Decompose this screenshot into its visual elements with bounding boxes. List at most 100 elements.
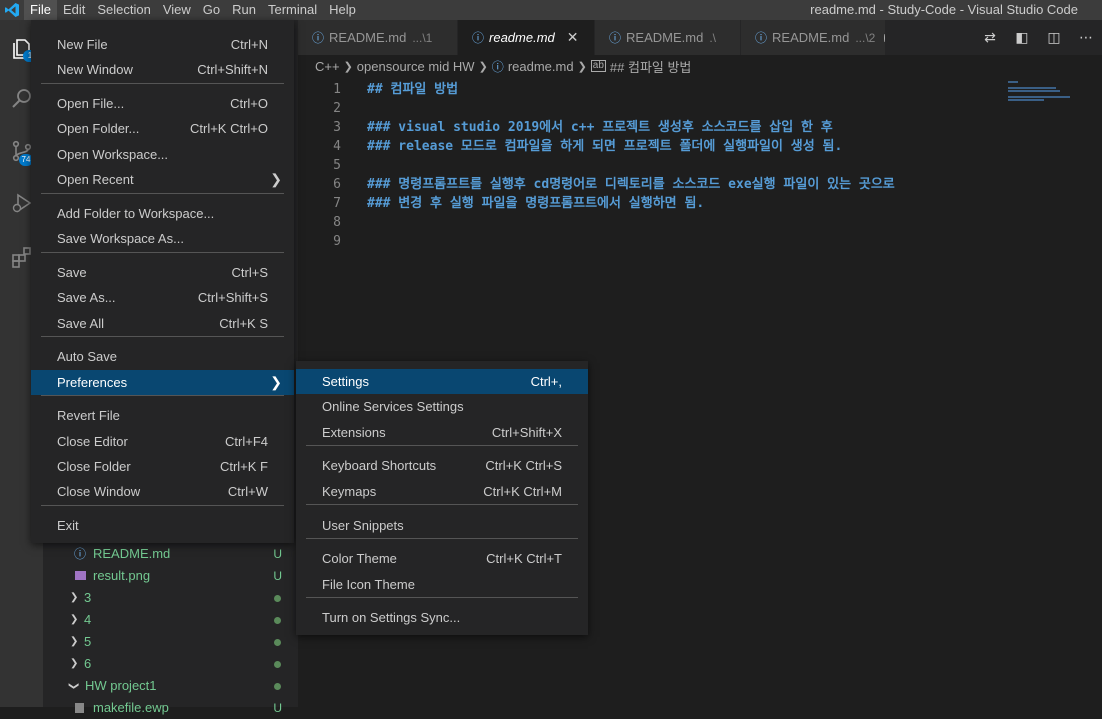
menu-item-close-window[interactable]: Close Window Ctrl+W <box>31 479 294 504</box>
tree-item-label: result.png <box>93 568 151 583</box>
menu-selection[interactable]: Selection <box>91 0 156 20</box>
tab-bar: ⓘ README.md ...\1 ⓘ readme.md ✕ ⓘ README.md .\ ⓘ R… <box>298 20 1102 55</box>
tree-item[interactable]: makefile.ewp U <box>43 697 298 719</box>
line-text: ## 컴파일 방법 <box>367 82 459 97</box>
menu-item-online-services-settings[interactable]: Online Services Settings <box>296 394 588 419</box>
menu-item-shortcut: Ctrl+K Ctrl+S <box>485 458 562 474</box>
open-preview-icon[interactable]: ◧ <box>1006 30 1038 46</box>
tree-item[interactable]: ❯ HW project1 <box>43 675 298 697</box>
menu-item-extensions[interactable]: Extensions Ctrl+Shift+X <box>296 420 588 445</box>
info-icon: ⓘ <box>609 31 622 45</box>
menu-item-label: Exit <box>57 518 79 534</box>
close-icon[interactable]: ✕ <box>567 29 579 46</box>
menu-item-open-workspace[interactable]: Open Workspace... <box>31 142 294 167</box>
menu-item-exit[interactable]: Exit <box>31 513 294 538</box>
menu-item-shortcut: Ctrl+Shift+X <box>491 424 562 440</box>
menu-help[interactable]: Help <box>323 0 362 20</box>
menu-item-save-all[interactable]: Save All Ctrl+K S <box>31 311 294 336</box>
menu-item-label: Open Folder... <box>57 121 140 137</box>
line-number: 8 <box>333 215 341 230</box>
modified-dot-icon <box>274 661 281 668</box>
menu-item-revert-file[interactable]: Revert File <box>31 403 294 428</box>
menu-item-open-file[interactable]: Open File... Ctrl+O <box>31 91 294 116</box>
minimap[interactable] <box>1008 81 1088 102</box>
split-editor-icon[interactable]: ◫ <box>1038 30 1070 46</box>
tab-readme-md-3[interactable]: ⓘ README.md .\ <box>595 20 741 55</box>
tab-readme-md-4[interactable]: ⓘ README.md ...\2 <box>741 20 886 55</box>
menu-item-close-editor[interactable]: Close Editor Ctrl+F4 <box>31 429 294 454</box>
menu-item-shortcut: Ctrl+F4 <box>225 433 268 449</box>
tab-label: readme.md <box>489 30 555 45</box>
menu-item-label: Preferences <box>57 374 128 390</box>
menu-item-user-snippets[interactable]: User Snippets <box>296 513 588 538</box>
editor-actions: ⇄ ◧ ◫ ⋯ <box>974 20 1102 55</box>
menu-item-open-folder[interactable]: Open Folder... Ctrl+K Ctrl+O <box>31 116 294 141</box>
more-actions-icon[interactable]: ⋯ <box>1070 30 1102 46</box>
menu-run[interactable]: Run <box>226 0 262 20</box>
chevron-right-icon: ❯ <box>478 60 488 73</box>
menu-item-keymaps[interactable]: Keymaps Ctrl+K Ctrl+M <box>296 479 588 504</box>
menu-item-label: Save Workspace As... <box>57 231 184 247</box>
menu-item-auto-save[interactable]: Auto Save <box>31 344 294 369</box>
menu-item-shortcut: Ctrl+Shift+S <box>197 290 268 306</box>
menu-item-shortcut: Ctrl+O <box>230 96 268 112</box>
tree-item[interactable]: ⓘ README.md U <box>43 543 298 565</box>
menu-item-keyboard-shortcuts[interactable]: Keyboard Shortcuts Ctrl+K Ctrl+S <box>296 453 588 478</box>
menu-item-open-recent[interactable]: Open Recent ❯ <box>31 167 294 192</box>
menu-view[interactable]: View <box>157 0 197 20</box>
modified-dot-icon <box>884 33 885 42</box>
tree-item-label: 4 <box>84 612 92 627</box>
menu-item-label: Color Theme <box>322 551 397 567</box>
menu-item-add-folder-to-workspace[interactable]: Add Folder to Workspace... <box>31 201 294 226</box>
menu-item-save-workspace-as[interactable]: Save Workspace As... <box>31 226 294 251</box>
tab-label: README.md <box>772 30 850 45</box>
tab-readme-md-2[interactable]: ⓘ readme.md ✕ <box>458 20 595 55</box>
menu-item-shortcut: Ctrl+N <box>230 37 268 52</box>
menu-item-label: Close Editor <box>57 433 128 449</box>
menu-item-close-folder[interactable]: Close Folder Ctrl+K F <box>31 454 294 479</box>
menu-item-label: Open Workspace... <box>57 146 169 162</box>
menu-item-file-icon-theme[interactable]: File Icon Theme <box>296 572 588 597</box>
menu-edit[interactable]: Edit <box>57 0 91 20</box>
menu-item-new-window[interactable]: New Window Ctrl+Shift+N <box>31 57 294 82</box>
tree-item[interactable]: ❯ 5 <box>43 631 298 653</box>
menu-item-preferences[interactable]: Preferences ❯ <box>31 369 294 395</box>
file-menu: New File Ctrl+N New Window Ctrl+Shift+N Open… <box>31 20 294 543</box>
menu-item-turn-on-settings-sync[interactable]: Turn on Settings Sync... <box>296 605 588 630</box>
menu-separator <box>306 445 578 447</box>
menu-separator <box>306 597 578 599</box>
menu-go[interactable]: Go <box>197 0 226 20</box>
menu-item-label: User Snippets <box>322 517 404 533</box>
menu-item-shortcut: Ctrl+W <box>227 484 268 500</box>
menu-separator <box>41 251 284 253</box>
code-line: 9 <box>298 232 998 251</box>
menu-item-shortcut: Ctrl+K Ctrl+T <box>486 551 562 567</box>
tab-readme-md-1[interactable]: ⓘ README.md ...\1 <box>298 20 458 55</box>
breadcrumb: C++ ❯ opensource mid HW ❯ ⓘ readme.md ❯ … <box>298 55 1102 77</box>
breadcrumb-item[interactable]: readme.md <box>508 59 574 74</box>
tree-item-label: HW project1 <box>85 678 157 693</box>
menu-item-shortcut: Ctrl+Shift+N <box>197 62 268 78</box>
menu-item-shortcut: Ctrl+K Ctrl+O <box>189 121 268 137</box>
breadcrumb-item[interactable]: C++ <box>315 59 340 74</box>
tree-item[interactable]: ❯ 4 <box>43 609 298 631</box>
menu-terminal[interactable]: Terminal <box>262 0 323 20</box>
menu-item-color-theme[interactable]: Color Theme Ctrl+K Ctrl+T <box>296 546 588 571</box>
menu-file[interactable]: File <box>24 0 57 20</box>
breadcrumb-item[interactable]: ## 컴파일 방법 <box>610 57 691 76</box>
menu-item-new-file[interactable]: New File Ctrl+N <box>31 32 294 57</box>
menu-item-shortcut: Ctrl+S <box>231 264 268 280</box>
menu-item-save[interactable]: Save Ctrl+S <box>31 260 294 285</box>
breadcrumb-item[interactable]: opensource mid HW <box>357 59 475 74</box>
menu-item-label: Add Folder to Workspace... <box>57 205 215 221</box>
compare-changes-icon[interactable]: ⇄ <box>974 30 1006 46</box>
menu-item-label: Online Services Settings <box>322 399 464 415</box>
line-number: 3 <box>333 120 341 135</box>
tree-item[interactable]: ❯ 3 <box>43 587 298 609</box>
menu-item-settings[interactable]: Settings Ctrl+, <box>296 369 588 394</box>
tree-item[interactable]: ❯ 6 <box>43 653 298 675</box>
menu-item-save-as[interactable]: Save As... Ctrl+Shift+S <box>31 285 294 310</box>
tree-item[interactable]: result.png U <box>43 565 298 587</box>
menu-item-shortcut: Ctrl+K Ctrl+M <box>483 483 562 499</box>
line-number: 4 <box>333 139 341 154</box>
